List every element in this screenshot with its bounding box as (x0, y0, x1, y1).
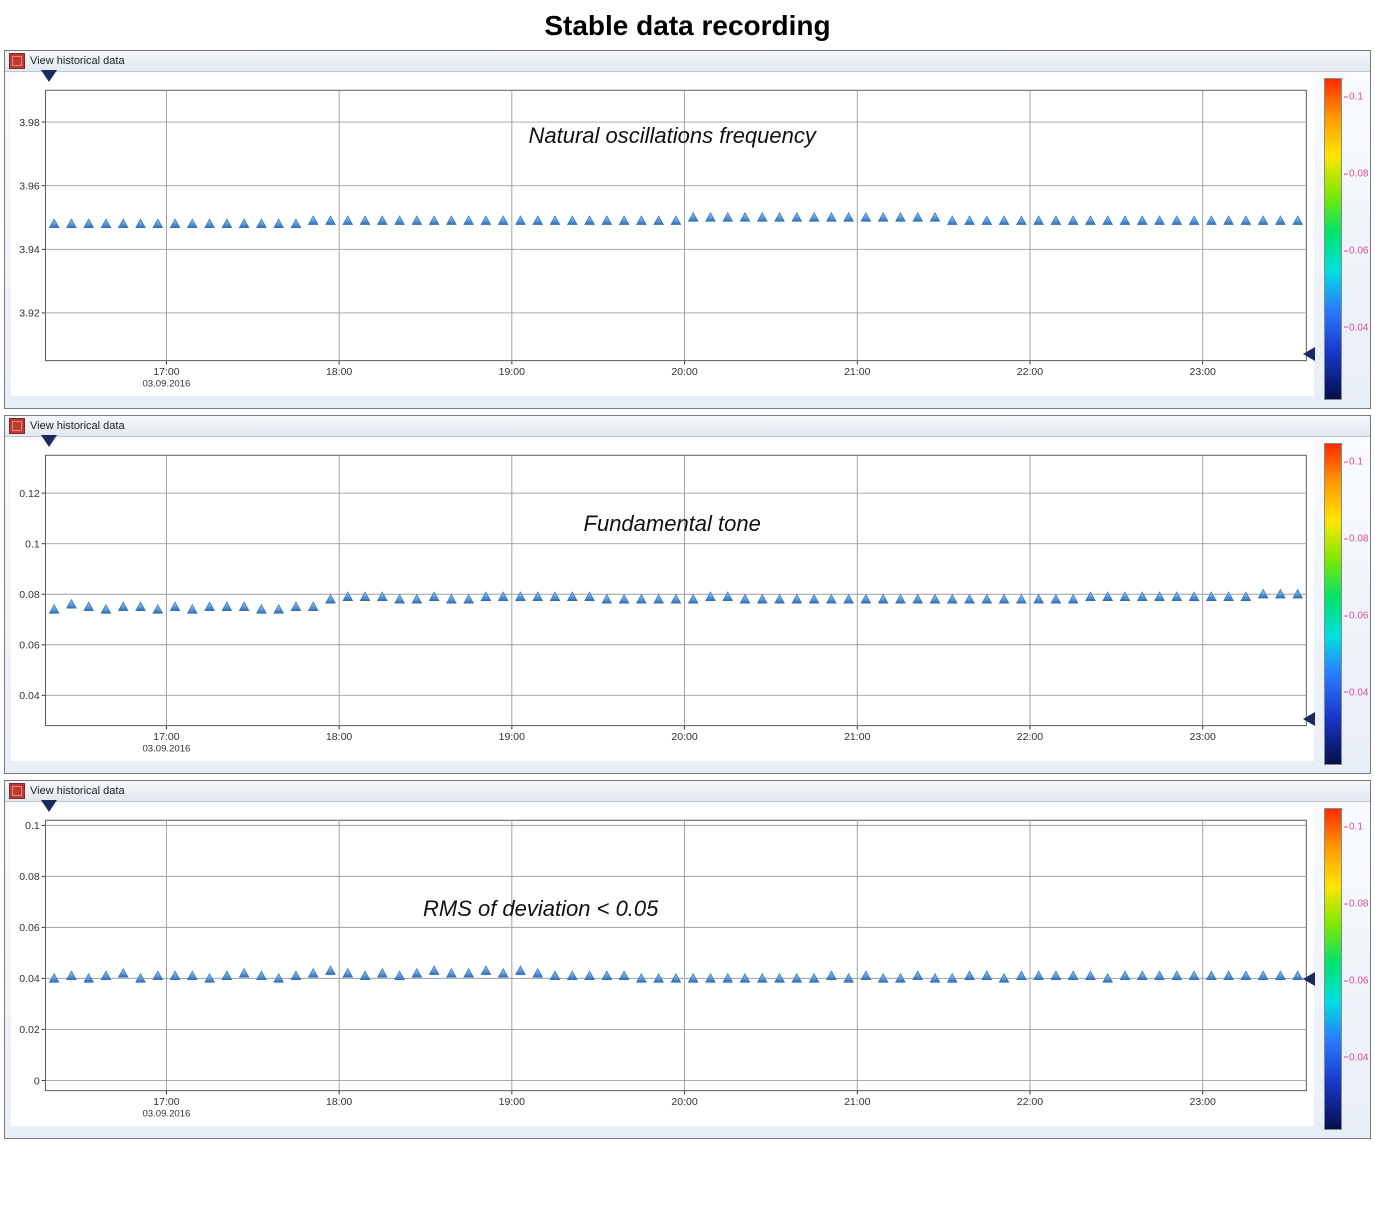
x-tick-label: 17:00 (153, 731, 179, 743)
range-end-handle[interactable] (1303, 347, 1315, 361)
page-title: Stable data recording (0, 0, 1375, 48)
series-points (49, 213, 1302, 228)
colorbar: 0.1 0.08 0.06 0.04 (1320, 72, 1370, 404)
x-tick-label: 17:00 (153, 1096, 179, 1108)
x-tick-label: 20:00 (671, 1096, 697, 1108)
app-icon (9, 53, 25, 69)
x-tick-label: 22:00 (1017, 731, 1043, 743)
x-tick-label: 23:00 (1190, 731, 1216, 743)
y-tick-label: 0.06 (19, 640, 40, 652)
colorbar-tick: 0.06 (1344, 610, 1368, 621)
colorbar-gradient (1324, 78, 1342, 400)
x-tick-label: 17:00 (153, 366, 179, 378)
colorbar: 0.1 0.08 0.06 0.04 (1320, 437, 1370, 769)
colorbar-tick: 0.1 (1344, 457, 1363, 468)
x-tick-label: 19:00 (499, 1096, 525, 1108)
y-tick-label: 0.04 (19, 690, 40, 702)
x-tick-label: 23:00 (1190, 1096, 1216, 1108)
plot-area[interactable]: 3.92 3.94 3.96 3.98 17:0003.09.2016 18:00 19:0… (5, 72, 1320, 404)
y-tick-label: 0.04 (19, 973, 40, 985)
panel-title: View historical data (30, 55, 125, 67)
x-tick-label: 18:00 (326, 1096, 352, 1108)
panel-title: View historical data (30, 420, 125, 432)
y-tick-label: 3.92 (19, 308, 40, 320)
range-start-handle[interactable] (41, 800, 57, 812)
x-date-label: 03.09.2016 (142, 379, 190, 390)
panel-header: View historical data (5, 416, 1370, 437)
colorbar-gradient (1324, 443, 1342, 765)
series-points (49, 589, 1302, 613)
app-icon (9, 418, 25, 434)
colorbar-tick: 0.1 (1344, 822, 1363, 833)
range-end-handle[interactable] (1303, 972, 1315, 986)
y-tick-label: 0.12 (19, 488, 40, 500)
x-tick-label: 18:00 (326, 366, 352, 378)
colorbar-tick: 0.08 (1344, 899, 1368, 910)
colorbar-tick: 0.06 (1344, 245, 1368, 256)
range-start-handle[interactable] (41, 435, 57, 447)
chart-panel: View historical data00.020.040.060.080.1… (4, 780, 1371, 1139)
y-tick-label: 3.98 (19, 117, 40, 129)
x-tick-label: 19:00 (499, 731, 525, 743)
panel-header: View historical data (5, 51, 1370, 72)
range-start-handle[interactable] (41, 70, 57, 82)
plot-area[interactable]: 0 0.02 0.04 0.06 0.08 0.1 17:0003.09.2016 18:00… (5, 802, 1320, 1134)
x-tick-label: 22:00 (1017, 1096, 1043, 1108)
x-date-label: 03.09.2016 (142, 1109, 190, 1120)
y-tick-label: 0.08 (19, 589, 40, 601)
colorbar-tick: 0.04 (1344, 687, 1368, 698)
colorbar-tick: 0.04 (1344, 1052, 1368, 1063)
colorbar-tick: 0.08 (1344, 169, 1368, 180)
x-tick-label: 20:00 (671, 366, 697, 378)
y-tick-label: 0.08 (19, 871, 40, 883)
colorbar-tick: 0.1 (1344, 92, 1363, 103)
y-tick-label: 0.06 (19, 922, 40, 934)
panel-title: View historical data (30, 785, 125, 797)
chart-svg: 0.04 0.06 0.08 0.1 0.12 17:0003.09.2016 18:00 1… (11, 441, 1314, 761)
chart-svg: 3.92 3.94 3.96 3.98 17:0003.09.2016 18:00 19:0… (11, 76, 1314, 396)
colorbar-gradient (1324, 808, 1342, 1130)
x-tick-label: 21:00 (844, 1096, 870, 1108)
x-date-label: 03.09.2016 (142, 744, 190, 755)
colorbar: 0.1 0.08 0.06 0.04 (1320, 802, 1370, 1134)
x-tick-label: 23:00 (1190, 366, 1216, 378)
app-icon (9, 783, 25, 799)
series-points (49, 966, 1302, 982)
y-tick-label: 3.94 (19, 244, 40, 256)
chart-panel: View historical data0.040.060.080.10.121… (4, 415, 1371, 774)
colorbar-tick: 0.04 (1344, 322, 1368, 333)
x-tick-label: 20:00 (671, 731, 697, 743)
x-tick-label: 19:00 (499, 366, 525, 378)
y-tick-label: 0.02 (19, 1024, 40, 1036)
x-tick-label: 21:00 (844, 731, 870, 743)
colorbar-tick: 0.08 (1344, 534, 1368, 545)
range-end-handle[interactable] (1303, 712, 1315, 726)
plot-area[interactable]: 0.04 0.06 0.08 0.1 0.12 17:0003.09.2016 18:00 1… (5, 437, 1320, 769)
y-tick-label: 0.1 (25, 539, 40, 551)
colorbar-tick: 0.06 (1344, 975, 1368, 986)
panel-header: View historical data (5, 781, 1370, 802)
x-tick-label: 22:00 (1017, 366, 1043, 378)
y-tick-label: 3.96 (19, 181, 40, 193)
y-tick-label: 0.1 (25, 820, 40, 832)
x-tick-label: 18:00 (326, 731, 352, 743)
chart-svg: 0 0.02 0.04 0.06 0.08 0.1 17:0003.09.2016 18:00… (11, 806, 1314, 1126)
chart-panel: View historical data 3.92 3.94 3.96 3.98 17:0… (4, 50, 1371, 409)
y-tick-label: 0 (34, 1075, 40, 1087)
x-tick-label: 21:00 (844, 366, 870, 378)
